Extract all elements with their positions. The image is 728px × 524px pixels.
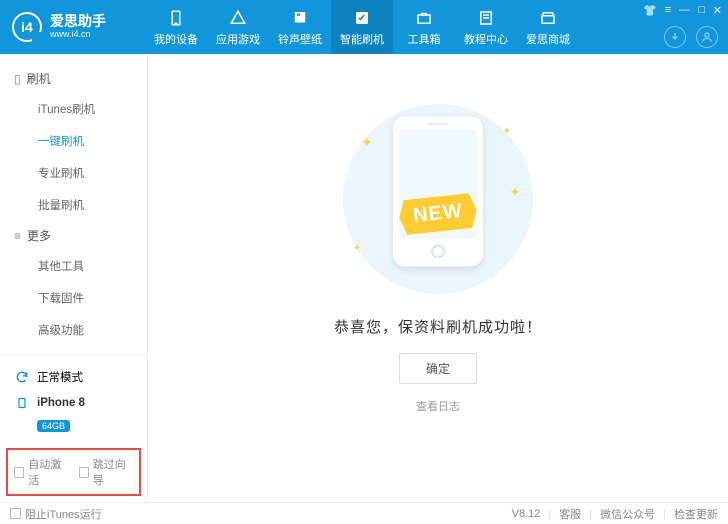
flash-icon: [352, 8, 372, 28]
nav-store[interactable]: 爱思商城: [517, 0, 579, 54]
logo-icon: i4: [12, 12, 42, 42]
sidebar-item-onekey-flash[interactable]: 一键刷机: [0, 125, 147, 157]
auto-activate-checkbox[interactable]: 自动激活: [14, 456, 69, 488]
minimize-icon[interactable]: —: [679, 4, 690, 17]
sidebar-item-other-tools[interactable]: 其他工具: [0, 250, 147, 282]
nav-flash[interactable]: 智能刷机: [331, 0, 393, 54]
sidebar-item-advanced[interactable]: 高级功能: [0, 314, 147, 346]
user-button[interactable]: [696, 26, 718, 48]
storage-badge: 64GB: [37, 420, 70, 432]
block-itunes-checkbox[interactable]: 阻止iTunes运行: [10, 506, 102, 522]
maximize-icon[interactable]: □: [698, 4, 705, 17]
store-icon: [538, 8, 558, 28]
flash-options-box: 自动激活 跳过向导: [6, 448, 141, 496]
view-log-link[interactable]: 查看日志: [416, 398, 460, 414]
phone-small-icon: [14, 395, 30, 411]
success-message: 恭喜您，保资料刷机成功啦！: [334, 316, 542, 337]
list-icon: ≡: [14, 229, 21, 243]
nav-apps[interactable]: 应用游戏: [207, 0, 269, 54]
tutorial-icon: [476, 8, 496, 28]
app-header: i4 爱思助手 www.i4.cn 我的设备 应用游戏 铃声壁纸 智能刷机 工具…: [0, 0, 728, 54]
device-mode[interactable]: 正常模式: [10, 364, 137, 390]
close-icon[interactable]: ✕: [713, 4, 722, 17]
music-icon: [290, 8, 310, 28]
sidebar-item-itunes-flash[interactable]: iTunes刷机: [0, 93, 147, 125]
window-controls: 👕 ≡ — □ ✕: [643, 4, 722, 17]
device-icon: [166, 8, 186, 28]
sidebar-item-batch-flash[interactable]: 批量刷机: [0, 189, 147, 221]
phone-icon: ▯: [14, 72, 21, 86]
logo-box: i4 爱思助手 www.i4.cn: [0, 12, 145, 42]
sidebar-group-more[interactable]: ≡ 更多: [0, 221, 147, 250]
sidebar-item-pro-flash[interactable]: 专业刷机: [0, 157, 147, 189]
phone-graphic: [393, 117, 483, 267]
download-button[interactable]: [664, 26, 686, 48]
nav-ringtones[interactable]: 铃声壁纸: [269, 0, 331, 54]
nav-tutorial[interactable]: 教程中心: [455, 0, 517, 54]
device-info[interactable]: iPhone 8: [10, 390, 137, 416]
version-label: V8.12: [512, 508, 541, 520]
app-url: www.i4.cn: [50, 30, 106, 40]
nav-toolbox[interactable]: 工具箱: [393, 0, 455, 54]
skin-icon[interactable]: 👕: [643, 4, 657, 17]
nav-my-device[interactable]: 我的设备: [145, 0, 207, 54]
ok-button[interactable]: 确定: [399, 353, 477, 384]
sidebar-item-download-fw[interactable]: 下载固件: [0, 282, 147, 314]
app-name: 爱思助手: [50, 14, 106, 29]
check-update-link[interactable]: 检查更新: [674, 506, 718, 522]
sidebar: ▯ 刷机 iTunes刷机 一键刷机 专业刷机 批量刷机 ≡ 更多 其他工具 下…: [0, 54, 148, 502]
menu-icon[interactable]: ≡: [665, 4, 671, 17]
status-bar: 阻止iTunes运行 V8.12 | 客服 | 微信公众号 | 检查更新: [0, 502, 728, 524]
main-content: ✦ ✦ ✦ ✦ NEW 恭喜您，保资料刷机成功啦！ 确定 查看日志: [148, 54, 728, 502]
refresh-icon: [14, 369, 30, 385]
apps-icon: [228, 8, 248, 28]
support-link[interactable]: 客服: [559, 506, 581, 522]
sidebar-group-flash[interactable]: ▯ 刷机: [0, 64, 147, 93]
wechat-link[interactable]: 微信公众号: [600, 506, 655, 522]
success-illustration: ✦ ✦ ✦ ✦ NEW: [343, 104, 533, 294]
toolbox-icon: [414, 8, 434, 28]
top-nav: 我的设备 应用游戏 铃声壁纸 智能刷机 工具箱 教程中心 爱思商城: [145, 0, 579, 54]
skip-guide-checkbox[interactable]: 跳过向导: [79, 456, 134, 488]
